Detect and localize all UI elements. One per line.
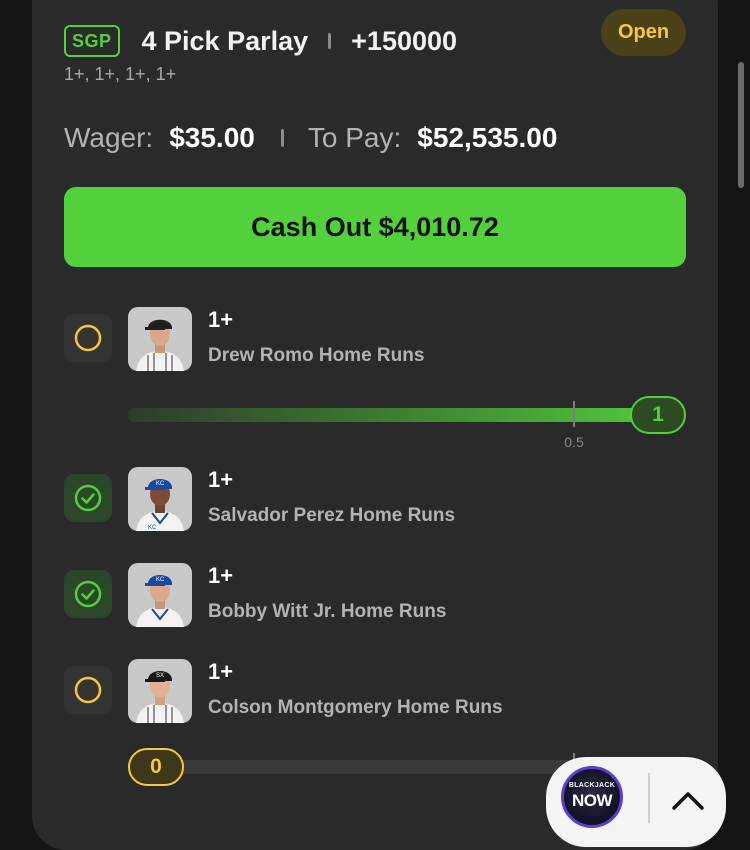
current-count-badge: 0 bbox=[128, 748, 184, 786]
pick-row[interactable]: KC 1+ Bobby Witt Jr. Home Runs bbox=[64, 563, 686, 629]
player-avatar: KC bbox=[128, 563, 192, 627]
threshold-tick bbox=[573, 401, 575, 427]
player-headshot-icon: KC bbox=[128, 563, 192, 627]
svg-text:KC: KC bbox=[156, 481, 165, 487]
won-status bbox=[64, 570, 112, 618]
pick-line: 1+ bbox=[208, 563, 234, 588]
bet-header: SGP 4 Pick Parlay +150000 bbox=[64, 24, 457, 58]
pick-row[interactable]: KC KC 1+ Salvador Perez Home Runs bbox=[64, 467, 686, 533]
floating-action-bar: BLACKJACK NOW bbox=[546, 757, 726, 847]
sgp-badge: SGP bbox=[64, 25, 120, 57]
blackjack-now-small-text: BLACKJACK bbox=[568, 782, 616, 789]
player-avatar: KC KC bbox=[128, 467, 192, 531]
progress-fill bbox=[128, 408, 686, 422]
wager-label: Wager: bbox=[64, 122, 154, 153]
svg-text:SX: SX bbox=[156, 673, 164, 679]
pending-status bbox=[64, 314, 112, 362]
legs-summary: 1+, 1+, 1+, 1+ bbox=[64, 64, 177, 84]
separator bbox=[328, 33, 332, 49]
player-headshot-icon bbox=[128, 307, 192, 371]
to-pay-value: $52,535.00 bbox=[417, 122, 558, 153]
pending-circle-icon bbox=[74, 324, 102, 352]
pick-description: Salvador Perez Home Runs bbox=[208, 505, 456, 526]
chevron-up-icon[interactable] bbox=[668, 781, 708, 821]
pick-line: 1+ bbox=[208, 307, 234, 332]
blackjack-now-text: NOW bbox=[571, 791, 613, 810]
player-avatar bbox=[128, 307, 192, 371]
pick-row[interactable]: 1+ Drew Romo Home Runs bbox=[64, 307, 686, 373]
threshold-label: 0.5 bbox=[564, 434, 584, 450]
player-avatar: SX bbox=[128, 659, 192, 723]
pick-row[interactable]: SX 1+ Colson Montgomery Home Runs bbox=[64, 659, 686, 725]
check-circle-icon bbox=[74, 484, 102, 512]
pending-circle-icon bbox=[74, 676, 102, 704]
svg-text:KC: KC bbox=[156, 577, 165, 583]
pick-line: 1+ bbox=[208, 467, 234, 492]
progress-track bbox=[128, 408, 686, 422]
wager-value: $35.00 bbox=[169, 122, 255, 153]
check-circle-icon bbox=[74, 580, 102, 608]
current-count-badge: 1 bbox=[630, 396, 686, 434]
pick-progress-bar: 0.5 1 bbox=[128, 396, 686, 450]
player-headshot-icon: SX bbox=[128, 659, 192, 723]
won-status bbox=[64, 474, 112, 522]
pick-line: 1+ bbox=[208, 659, 234, 684]
status-badge: Open bbox=[601, 9, 686, 56]
parlay-odds: +150000 bbox=[351, 25, 458, 56]
svg-text:KC: KC bbox=[148, 525, 157, 531]
divider bbox=[648, 773, 650, 823]
pending-status bbox=[64, 666, 112, 714]
parlay-title: 4 Pick Parlay bbox=[141, 25, 309, 56]
scrollbar[interactable] bbox=[738, 62, 744, 188]
player-headshot-icon: KC KC bbox=[128, 467, 192, 531]
pick-description: Colson Montgomery Home Runs bbox=[208, 697, 503, 718]
blackjack-now-icon[interactable]: BLACKJACK NOW bbox=[561, 766, 623, 828]
to-pay-label: To Pay: bbox=[307, 122, 402, 153]
pick-description: Bobby Witt Jr. Home Runs bbox=[208, 601, 447, 622]
wager-row: Wager: $35.00 To Pay: $52,535.00 bbox=[64, 120, 557, 156]
cash-out-button[interactable]: Cash Out $4,010.72 bbox=[64, 187, 686, 267]
separator bbox=[280, 129, 284, 147]
pick-description: Drew Romo Home Runs bbox=[208, 345, 425, 366]
